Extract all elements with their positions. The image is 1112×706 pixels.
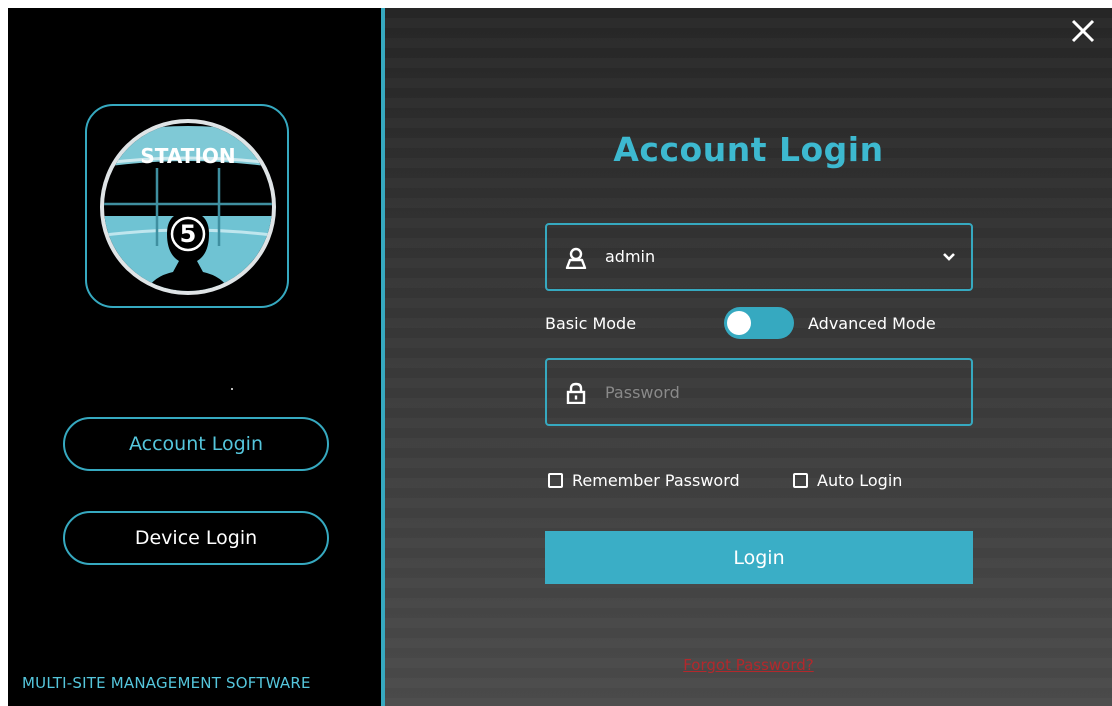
- sidebar-account-login-label: Account Login: [128, 433, 263, 455]
- login-button[interactable]: Login: [545, 531, 973, 584]
- sidebar: STATION 5 Account Login Device Login MUL…: [8, 8, 381, 706]
- sidebar-device-login-button[interactable]: Device Login: [63, 511, 329, 565]
- close-icon: [1071, 19, 1095, 43]
- login-panel: Account Login admin Basic Mode Advanced …: [385, 8, 1112, 706]
- username-value: admin: [605, 247, 656, 266]
- login-button-label: Login: [733, 546, 785, 569]
- tagline: MULTI-SITE MANAGEMENT SOFTWARE: [22, 674, 311, 692]
- lock-icon: [566, 382, 586, 404]
- user-icon: [565, 247, 587, 269]
- auto-login-checkbox[interactable]: Auto Login: [793, 471, 902, 490]
- remember-password-checkbox[interactable]: Remember Password: [548, 471, 740, 490]
- remember-password-label: Remember Password: [572, 471, 740, 490]
- logo-station-text: STATION: [140, 144, 235, 168]
- basic-mode-label: Basic Mode: [545, 314, 637, 333]
- password-field[interactable]: [545, 358, 973, 426]
- advanced-mode-label: Advanced Mode: [808, 314, 936, 333]
- mode-toggle[interactable]: [724, 307, 794, 339]
- username-select[interactable]: admin: [545, 223, 973, 291]
- auto-login-label: Auto Login: [817, 471, 903, 490]
- auto-login-box[interactable]: [793, 473, 808, 488]
- sidebar-device-login-label: Device Login: [134, 527, 258, 549]
- login-window: STATION 5 Account Login Device Login MUL…: [8, 8, 1112, 706]
- toggle-knob: [727, 311, 751, 335]
- password-input[interactable]: [605, 360, 945, 424]
- logo-digit-text: 5: [180, 220, 197, 248]
- sidebar-account-login-button[interactable]: Account Login: [63, 417, 329, 471]
- decorative-dot: [231, 388, 233, 390]
- station-logo-graphic: STATION 5: [100, 119, 276, 295]
- remember-password-box[interactable]: [548, 473, 563, 488]
- forgot-password-label: Forgot Password?: [683, 656, 814, 674]
- page-title: Account Login: [613, 130, 884, 169]
- close-button[interactable]: [1066, 14, 1100, 48]
- chevron-down-icon: [943, 253, 955, 261]
- forgot-password-link[interactable]: Forgot Password?: [385, 656, 1112, 674]
- app-logo: STATION 5: [85, 104, 289, 308]
